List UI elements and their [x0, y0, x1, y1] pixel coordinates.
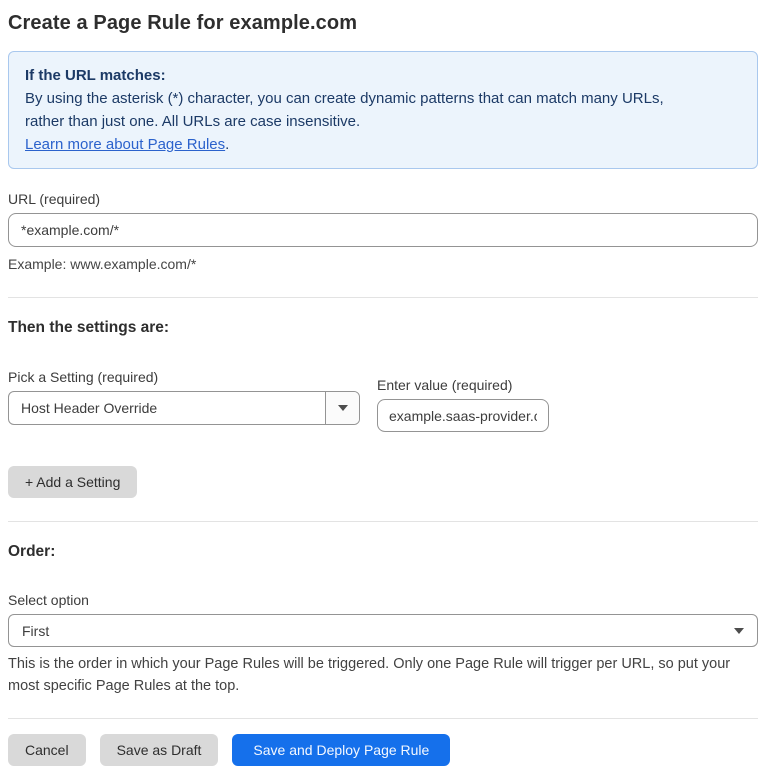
order-section-heading: Order: — [8, 543, 56, 560]
pick-setting-column: Pick a Setting (required) Host Header Ov… — [8, 369, 360, 432]
chevron-down-icon — [337, 405, 348, 411]
add-setting-button[interactable]: + Add a Setting — [8, 466, 138, 498]
save-draft-button[interactable]: Save as Draft — [99, 734, 219, 766]
order-helper-line-2: most specific Page Rules at the top. — [8, 678, 240, 694]
learn-more-link[interactable]: Learn more about Page Rules — [25, 136, 225, 153]
settings-row: Pick a Setting (required) Host Header Ov… — [8, 369, 758, 432]
settings-section-heading: Then the settings are: — [8, 319, 170, 336]
pick-setting-label: Pick a Setting (required) — [8, 369, 159, 385]
info-box-body-line-2: rather than just one. All URLs are case … — [25, 113, 361, 130]
enter-value-column: Enter value (required) — [377, 377, 549, 432]
url-input[interactable] — [8, 213, 758, 247]
order-select-dropdown[interactable]: First — [8, 614, 758, 647]
order-helper-line-1: This is the order in which your Page Rul… — [8, 656, 731, 672]
order-selected-value: First — [22, 622, 50, 639]
enter-value-label: Enter value (required) — [377, 377, 513, 393]
save-deploy-button[interactable]: Save and Deploy Page Rule — [232, 734, 451, 766]
order-select-label: Select option — [8, 592, 89, 608]
footer-actions: Cancel Save as Draft Save and Deploy Pag… — [8, 734, 758, 766]
url-field-label: URL (required) — [8, 191, 101, 207]
page-rule-form: Create a Page Rule for example.com If th… — [0, 0, 772, 766]
info-box-heading: If the URL matches: — [25, 67, 166, 84]
pick-setting-dropdown-arrow-segment[interactable] — [325, 392, 359, 424]
info-box-link-line: Learn more about Page Rules. — [25, 133, 741, 156]
chevron-down-icon — [734, 627, 744, 634]
pick-setting-dropdown[interactable]: Host Header Override — [8, 391, 360, 425]
setting-value-input[interactable] — [377, 399, 549, 432]
cancel-button[interactable]: Cancel — [8, 734, 86, 766]
info-box-body-line-1: By using the asterisk (*) character, you… — [25, 90, 664, 107]
divider-before-footer — [8, 718, 758, 719]
url-match-info-box: If the URL matches: By using the asteris… — [8, 51, 758, 169]
url-field-helper: Example: www.example.com/* — [8, 256, 197, 272]
link-suffix: . — [225, 136, 230, 153]
page-title: Create a Page Rule for example.com — [8, 12, 358, 34]
pick-setting-selected-value: Host Header Override — [21, 400, 158, 416]
divider-after-settings — [8, 521, 758, 522]
order-helper-text: This is the order in which your Page Rul… — [8, 653, 758, 697]
divider-after-url — [8, 297, 758, 298]
